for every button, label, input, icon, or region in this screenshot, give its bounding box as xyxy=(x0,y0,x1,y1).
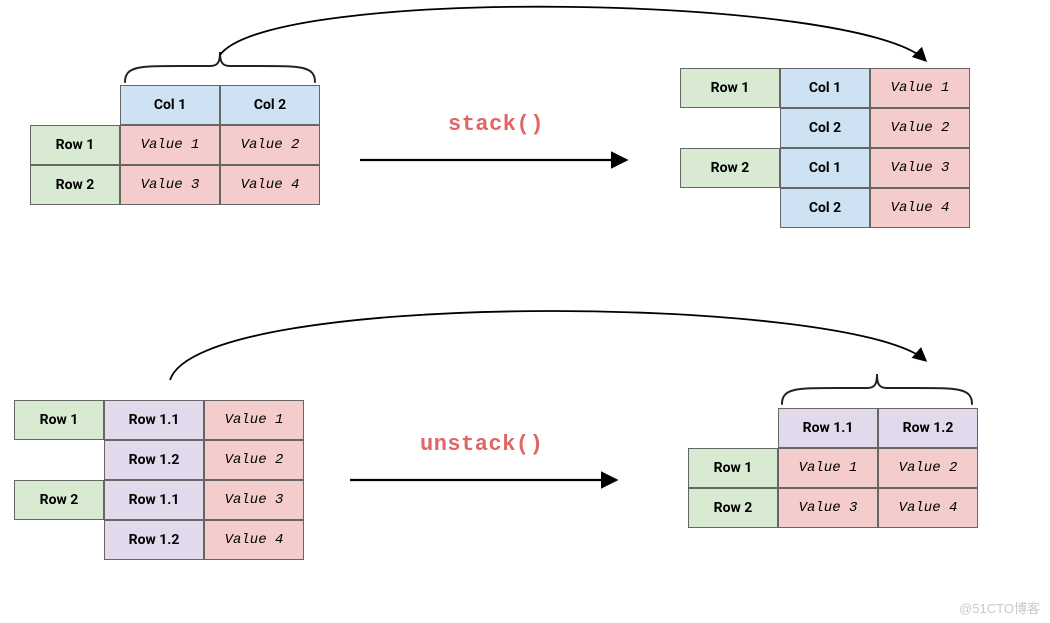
watermark-text: @51CTO博客 xyxy=(959,598,1040,617)
col-header: Col 1 xyxy=(120,85,220,125)
cell-value: Value 2 xyxy=(220,125,320,165)
blank-cell xyxy=(30,85,120,125)
sub-row-header: Row 1.1 xyxy=(104,400,204,440)
col-header: Col 2 xyxy=(780,108,870,148)
row-header: Row 1 xyxy=(14,400,104,440)
cell-value: Value 3 xyxy=(778,488,878,528)
cell-value: Value 3 xyxy=(120,165,220,205)
sub-row-header: Row 1.1 xyxy=(104,480,204,520)
stack-input-table: Col 1 Col 2 Row 1 Value 1 Value 2 Row 2 … xyxy=(30,85,320,205)
stack-label: stack() xyxy=(448,112,544,137)
unstack-output-table: Row 1.1 Row 1.2 Row 1 Value 1 Value 2 Ro… xyxy=(688,408,978,528)
cell-value: Value 1 xyxy=(204,400,304,440)
cell-value: Value 4 xyxy=(878,488,978,528)
row-header: Row 1 xyxy=(680,68,780,108)
blank-cell xyxy=(688,408,778,448)
cell-value: Value 4 xyxy=(870,188,970,228)
row-header: Row 2 xyxy=(30,165,120,205)
row-header: Row 2 xyxy=(14,480,104,520)
col-header: Row 1.2 xyxy=(878,408,978,448)
col-header: Row 1.1 xyxy=(778,408,878,448)
cell-value: Value 3 xyxy=(870,148,970,188)
arrow-icon xyxy=(345,470,625,490)
row-header: Row 2 xyxy=(688,488,778,528)
arrow-icon xyxy=(355,150,635,170)
cell-value: Value 1 xyxy=(120,125,220,165)
unstack-input-table: Row 1 Row 1.1 Value 1 Row 1.2 Value 2 Ro… xyxy=(14,400,304,560)
cell-value: Value 1 xyxy=(778,448,878,488)
row-header: Row 1 xyxy=(30,125,120,165)
cell-value: Value 4 xyxy=(220,165,320,205)
unstack-label: unstack() xyxy=(420,432,543,457)
stack-output-table: Row 1 Col 1 Value 1 Col 2 Value 2 Row 2 … xyxy=(680,68,970,228)
cell-value: Value 4 xyxy=(204,520,304,560)
col-header: Col 2 xyxy=(220,85,320,125)
cell-value: Value 1 xyxy=(870,68,970,108)
col-header: Col 1 xyxy=(780,148,870,188)
cell-value: Value 2 xyxy=(204,440,304,480)
cell-value: Value 2 xyxy=(870,108,970,148)
cell-value: Value 2 xyxy=(878,448,978,488)
row-header: Row 2 xyxy=(680,148,780,188)
brace-icon xyxy=(777,370,977,406)
sub-row-header: Row 1.2 xyxy=(104,440,204,480)
col-header: Col 2 xyxy=(780,188,870,228)
col-header: Col 1 xyxy=(780,68,870,108)
cell-value: Value 3 xyxy=(204,480,304,520)
sub-row-header: Row 1.2 xyxy=(104,520,204,560)
row-header: Row 1 xyxy=(688,448,778,488)
